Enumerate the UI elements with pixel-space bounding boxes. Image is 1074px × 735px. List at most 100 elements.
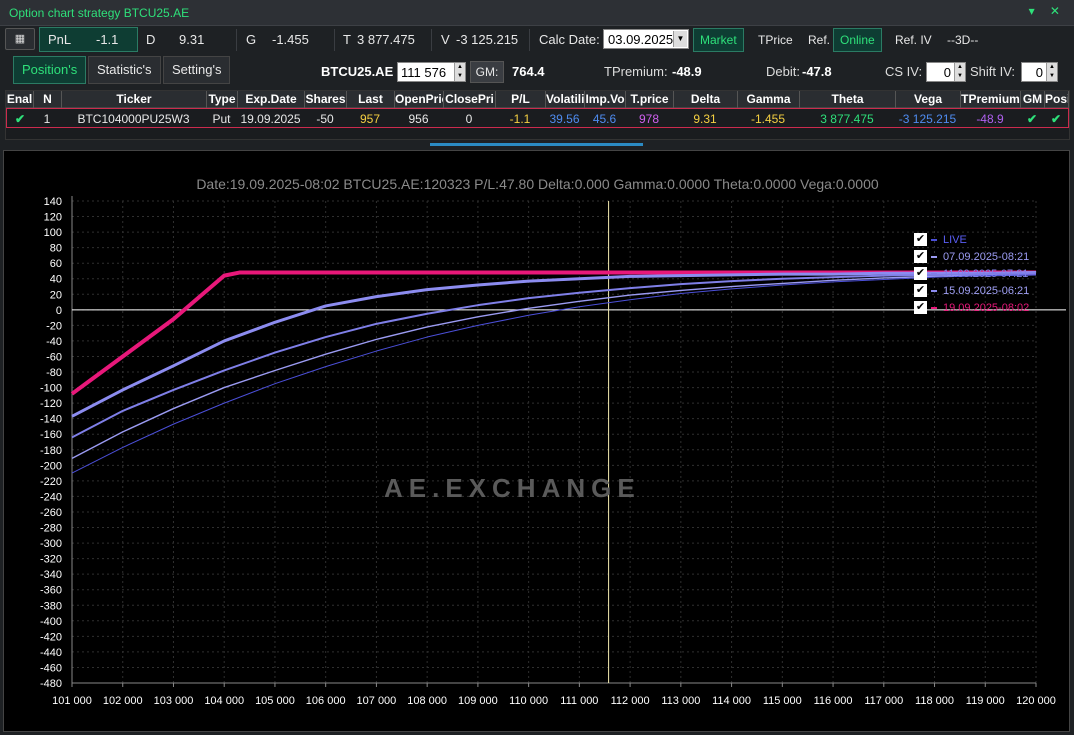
window-controls[interactable]: ▾ ✕ <box>1029 4 1066 18</box>
col-n[interactable]: N <box>34 91 62 108</box>
series-line <box>71 274 1037 459</box>
y-tick-label: -480 <box>40 678 62 690</box>
row-last: 957 <box>359 112 381 126</box>
x-tick-label: 112 000 <box>611 695 650 707</box>
row-tprice: 978 <box>638 112 660 126</box>
spinner-icon[interactable]: ▲ ▼ <box>1046 63 1057 81</box>
row-gamma: -1.455 <box>750 112 786 126</box>
instrument-price-input[interactable]: 111 576 ▲ ▼ <box>397 62 466 82</box>
chart-info-line: Date:19.09.2025-08:02 BTCU25.AE:120323 P… <box>196 176 879 192</box>
checkbox-icon[interactable]: ✔ <box>914 301 927 314</box>
table-header: Enal N Ticker Type Exp.Date Shares Last … <box>6 91 1069 108</box>
pnl-value: -1.1 <box>96 32 119 47</box>
y-tick-label: -320 <box>40 554 62 566</box>
calculator-icon[interactable]: ▦ <box>5 28 35 50</box>
spinner-icon[interactable]: ▲ ▼ <box>954 63 965 81</box>
col-theta[interactable]: Theta <box>800 91 896 108</box>
splitter-handle[interactable] <box>430 143 643 146</box>
legend-item-live[interactable]: ✔ LIVE <box>914 233 1038 250</box>
legend-item-19[interactable]: ✔ 19.09.2025-08:02 <box>914 301 1038 318</box>
row-volatility[interactable]: 39.56 <box>545 110 584 128</box>
col-imp-vol[interactable]: Imp.Vo <box>585 91 626 108</box>
v-label: V <box>441 32 450 47</box>
shift-iv-value: 0 <box>1035 65 1043 80</box>
t-label: T <box>343 32 351 47</box>
col-open-price[interactable]: OpenPric <box>395 91 444 108</box>
y-tick-label: -40 <box>46 336 62 348</box>
divider <box>334 29 335 51</box>
calc-date-value: 03.09.2025 <box>608 32 674 47</box>
col-tpremium[interactable]: TPremium <box>961 91 1021 108</box>
col-volatility[interactable]: Volatility <box>546 91 585 108</box>
x-tick-label: 114 000 <box>712 695 751 707</box>
col-gamma[interactable]: Gamma <box>738 91 800 108</box>
online-button[interactable]: Online <box>833 28 882 52</box>
row-shares[interactable]: -50 <box>304 110 346 128</box>
position-check-icon[interactable]: ✔ <box>1044 110 1068 128</box>
shift-iv-input[interactable]: 0 ▲ ▼ <box>1021 62 1058 82</box>
pl-chart[interactable]: 101 000 102 000 103 000 104 000 105 000 106 0… <box>3 150 1070 732</box>
instrument-name: BTCU25.AE <box>321 64 394 79</box>
calc-date-label: Calc Date: <box>539 32 600 47</box>
row-pl: -1.1 <box>509 112 531 126</box>
row-theta: 3 877.475 <box>820 112 874 126</box>
v-value: -3 125.215 <box>456 32 519 47</box>
x-tick-label: 113 000 <box>661 695 700 707</box>
x-tick-label: 115 000 <box>763 695 802 707</box>
gm-check-icon[interactable]: ✔ <box>1020 110 1044 128</box>
legend-item-07[interactable]: ✔ 07.09.2025-08:21 <box>914 250 1038 267</box>
cs-iv-label: CS IV: <box>885 64 923 79</box>
row-open-price[interactable]: 956 <box>394 110 443 128</box>
legend-label: LIVE <box>943 234 967 246</box>
market-button[interactable]: Market <box>693 28 744 52</box>
col-gm[interactable]: GM <box>1021 91 1045 108</box>
col-pl[interactable]: P/L <box>496 91 546 108</box>
calc-date-picker[interactable]: 03.09.2025 ▼ <box>603 29 689 49</box>
series-line <box>70 270 1036 396</box>
col-type[interactable]: Type <box>207 91 238 108</box>
checkbox-icon[interactable]: ✔ <box>914 233 927 246</box>
table-row[interactable]: ✔ 1 BTC104000PU25W3 Put 19.09.2025 -50 9… <box>6 108 1069 128</box>
tab-statistics[interactable]: Statistic's <box>88 56 161 84</box>
enabled-check-icon[interactable]: ✔ <box>7 110 33 128</box>
3d-button[interactable]: --3D-- <box>940 28 985 52</box>
tprice-button[interactable]: TPrice <box>751 28 800 52</box>
ref-button[interactable]: Ref. <box>801 28 837 52</box>
spinner-icon[interactable]: ▲ ▼ <box>454 63 465 81</box>
watermark: AE.EXCHANGE <box>384 473 641 503</box>
col-shares[interactable]: Shares <box>305 91 347 108</box>
ref-iv-button[interactable]: Ref. IV <box>888 28 939 52</box>
instrument-price-value: 111 576 <box>401 65 447 80</box>
col-vega[interactable]: Vega <box>896 91 961 108</box>
tab-positions[interactable]: Position's <box>13 56 87 84</box>
checkbox-icon[interactable]: ✔ <box>914 250 927 263</box>
y-tick-label: -20 <box>46 320 62 332</box>
x-tick-label: 118 000 <box>915 695 954 707</box>
y-tick-label: -460 <box>40 662 62 674</box>
x-tick-label: 102 000 <box>103 695 143 707</box>
legend-item-15[interactable]: ✔ 15.09.2025-06:21 <box>914 284 1038 301</box>
x-tick-label: 117 000 <box>864 695 903 707</box>
legend-item-11[interactable]: ✔ 11.09.2025-07:21 <box>914 267 1038 284</box>
x-tick-label: 106 000 <box>306 695 346 707</box>
t-value: 3 877.475 <box>357 32 415 47</box>
y-tick-label: -80 <box>46 367 62 379</box>
options-bar: Position's Statistic's Setting's BTCU25.… <box>0 56 1074 88</box>
col-tprice[interactable]: T.price <box>626 91 674 108</box>
col-enabled[interactable]: Enal <box>6 91 34 108</box>
checkbox-icon[interactable]: ✔ <box>914 284 927 297</box>
col-ticker[interactable]: Ticker <box>62 91 207 108</box>
tab-settings[interactable]: Setting's <box>163 56 231 84</box>
checkbox-icon[interactable]: ✔ <box>914 267 927 280</box>
cs-iv-input[interactable]: 0 ▲ ▼ <box>926 62 966 82</box>
col-close-price[interactable]: ClosePri <box>444 91 496 108</box>
legend-swatch <box>931 307 937 309</box>
row-close-price[interactable]: 0 <box>443 110 495 128</box>
y-tick-label: -360 <box>40 585 62 597</box>
chevron-down-icon[interactable]: ▼ <box>673 31 687 47</box>
col-exp-date[interactable]: Exp.Date <box>238 91 305 108</box>
col-position[interactable]: Posi <box>1045 91 1069 108</box>
gm-button[interactable]: GM: <box>470 61 504 83</box>
col-last[interactable]: Last <box>347 91 395 108</box>
col-delta[interactable]: Delta <box>674 91 738 108</box>
